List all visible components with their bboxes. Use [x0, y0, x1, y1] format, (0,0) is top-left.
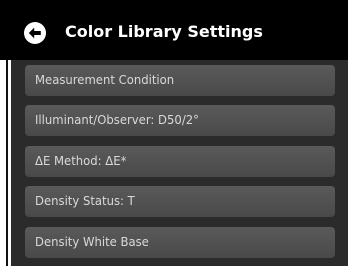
measurement-condition-label: Measurement Condition	[35, 73, 175, 87]
density-status-button[interactable]: Density Status: T	[25, 186, 335, 217]
color-library-settings-screen: Color Library Settings Measurement Condi…	[0, 0, 348, 266]
settings-list: Measurement Condition Illuminant/Observe…	[11, 60, 348, 266]
density-status-label: Density Status: T	[35, 194, 135, 208]
illuminant-observer-button[interactable]: Illuminant/Observer: D50/2°	[25, 105, 335, 136]
illuminant-observer-label: Illuminant/Observer: D50/2°	[35, 113, 199, 127]
left-divider	[6, 60, 8, 266]
page-title: Color Library Settings	[65, 22, 263, 41]
header-bar: Color Library Settings	[0, 0, 348, 60]
delta-e-method-button[interactable]: ΔE Method: ΔE*	[25, 146, 335, 177]
density-white-base-label: Density White Base	[35, 235, 149, 249]
delta-e-method-label: ΔE Method: ΔE*	[35, 154, 127, 168]
density-white-base-button[interactable]: Density White Base	[25, 227, 335, 258]
measurement-condition-button[interactable]: Measurement Condition	[25, 65, 335, 96]
back-arrow-circle-icon	[24, 22, 46, 44]
back-button[interactable]	[24, 22, 46, 44]
